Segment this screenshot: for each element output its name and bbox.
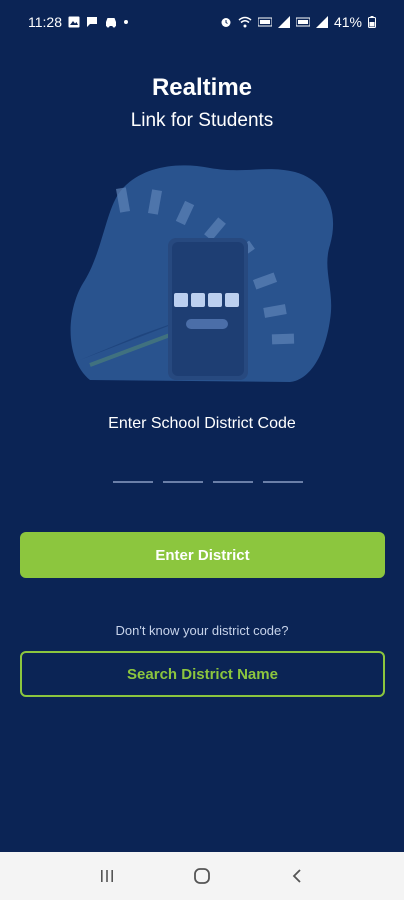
code-slot[interactable] bbox=[163, 481, 203, 483]
system-nav-bar bbox=[0, 852, 404, 900]
code-slot[interactable] bbox=[113, 481, 153, 483]
home-button[interactable] bbox=[182, 856, 222, 896]
recent-apps-icon bbox=[101, 870, 114, 882]
wifi-icon bbox=[238, 16, 252, 28]
chat-icon bbox=[87, 17, 97, 27]
district-code-prompt: Enter School District Code bbox=[108, 415, 296, 432]
status-right: 41% bbox=[220, 14, 376, 30]
status-left: 11:28 bbox=[28, 14, 128, 30]
app-title: Realtime bbox=[151, 74, 253, 101]
back-icon bbox=[292, 869, 301, 883]
alarm-icon bbox=[221, 18, 231, 27]
app-subtitle: Link for Students bbox=[130, 110, 274, 131]
back-button[interactable] bbox=[277, 856, 317, 896]
signal-icon bbox=[277, 16, 290, 28]
recent-apps-button[interactable] bbox=[87, 856, 127, 896]
helper-text: Don't know your district code? bbox=[115, 623, 289, 638]
image-icon bbox=[68, 16, 80, 28]
status-bar: 11:28 41% bbox=[0, 0, 404, 44]
car-icon bbox=[106, 18, 116, 28]
signal-icon-2 bbox=[315, 16, 328, 28]
notification-dot bbox=[124, 20, 128, 24]
code-slot[interactable] bbox=[213, 481, 253, 483]
search-district-button[interactable]: Search District Name bbox=[20, 651, 385, 697]
phone-code-illustration bbox=[70, 165, 334, 382]
enter-district-button[interactable]: Enter District bbox=[20, 532, 385, 578]
battery-icon bbox=[368, 16, 376, 28]
status-time: 11:28 bbox=[28, 14, 62, 30]
volte-icon-2 bbox=[295, 17, 310, 27]
volte-icon bbox=[257, 17, 272, 27]
code-slot[interactable] bbox=[263, 481, 303, 483]
battery-percent: 41% bbox=[333, 14, 362, 30]
district-code-input[interactable] bbox=[113, 481, 303, 483]
home-icon bbox=[194, 868, 210, 884]
